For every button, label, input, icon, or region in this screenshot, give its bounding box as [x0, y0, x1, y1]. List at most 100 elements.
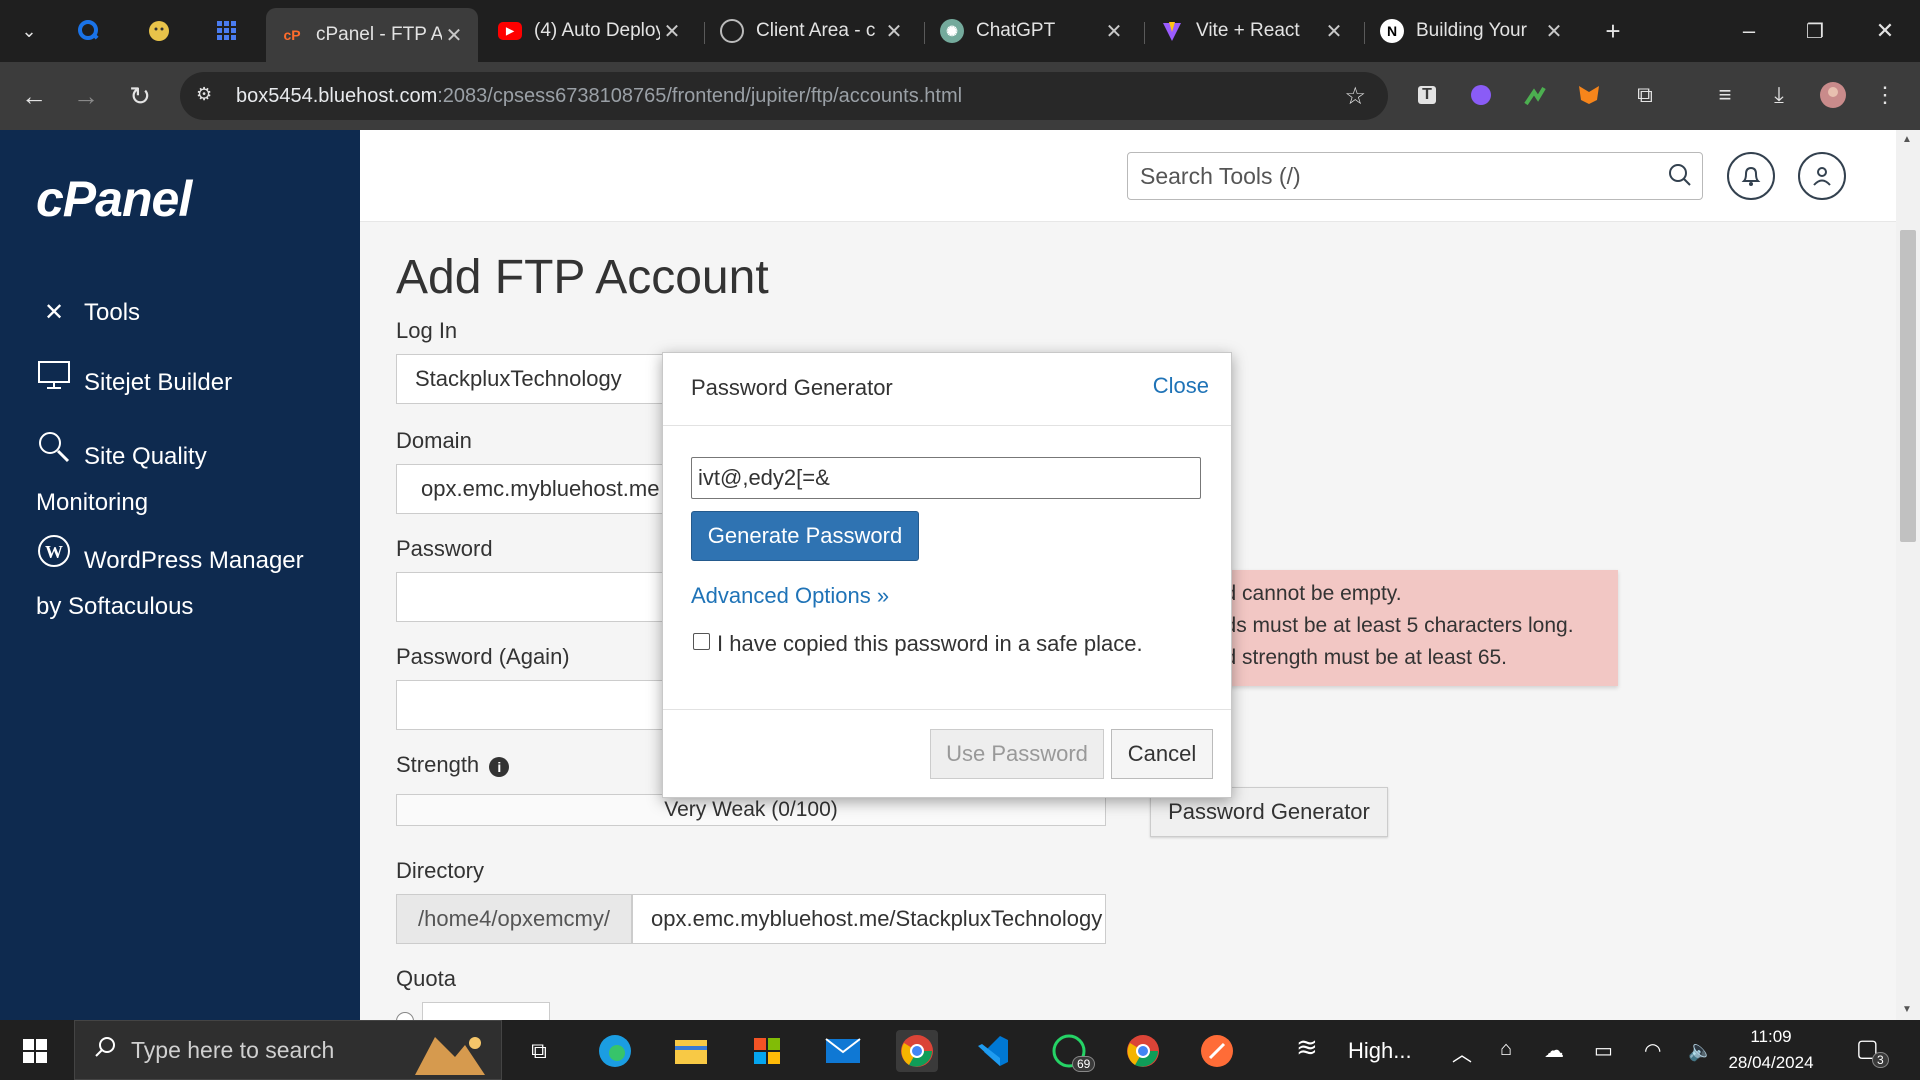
extension-green-icon[interactable]	[1520, 80, 1550, 110]
pinned-tab-emoji-icon[interactable]	[142, 14, 176, 48]
tray-expand-icon[interactable]: ︿	[1452, 1038, 1472, 1067]
task-view-icon[interactable]: ⧉	[518, 1030, 560, 1072]
extension-purple-icon[interactable]	[1466, 80, 1496, 110]
scrollbar-thumb[interactable]	[1900, 230, 1916, 542]
chrome-taskbar-icon[interactable]	[896, 1030, 938, 1072]
cpanel-sidebar: cPanel ✕ Tools Sitejet Builder Site Quali…	[0, 130, 360, 1020]
quota-radio[interactable]	[396, 1012, 414, 1020]
tab-close-icon[interactable]: ✕	[1542, 19, 1566, 44]
tab-youtube[interactable]: ▶ (4) Auto Deploy ✕	[484, 8, 696, 54]
vscode-icon[interactable]	[972, 1030, 1014, 1072]
minimize-icon[interactable]: –	[1732, 14, 1766, 48]
cpanel-top-bar: Search Tools (/)	[360, 130, 1896, 222]
whatsapp-icon[interactable]: 69	[1048, 1030, 1096, 1072]
notifications-bell-icon[interactable]	[1727, 152, 1775, 200]
extension-t-icon[interactable]: T	[1412, 80, 1442, 110]
svg-text:W: W	[45, 542, 63, 562]
file-explorer-icon[interactable]	[670, 1030, 712, 1072]
reading-list-icon[interactable]: ≡	[1710, 80, 1740, 110]
generate-password-button[interactable]: Generate Password	[691, 511, 919, 561]
search-tools-input[interactable]: Search Tools (/)	[1127, 152, 1703, 200]
tab-vite-react[interactable]: Vite + React ✕	[1146, 8, 1358, 54]
weather-text[interactable]: High...	[1348, 1038, 1412, 1064]
tab-building-your[interactable]: N Building Your ✕	[1366, 8, 1578, 54]
tab-close-icon[interactable]: ✕	[1322, 19, 1346, 44]
sidebar-item-label: Site Quality	[84, 443, 207, 470]
extensions-puzzle-icon[interactable]: ⧉	[1630, 80, 1660, 110]
magnifier-icon	[36, 430, 72, 480]
use-password-button[interactable]: Use Password	[930, 729, 1104, 779]
user-account-icon[interactable]	[1798, 152, 1846, 200]
search-icon[interactable]	[1668, 163, 1692, 193]
pinned-tab-apps-icon[interactable]	[210, 14, 244, 48]
edge-icon[interactable]	[594, 1030, 636, 1072]
site-info-icon[interactable]: ⚙	[196, 84, 212, 105]
browser-menu-icon[interactable]: ⋮	[1870, 80, 1900, 110]
taskbar-clock[interactable]: 11:09 28/04/2024	[1716, 1024, 1826, 1076]
window-close-icon[interactable]: ✕	[1868, 14, 1902, 48]
taskbar-search-box[interactable]: Type here to search	[74, 1020, 502, 1080]
meet-now-icon[interactable]: ⌂	[1500, 1038, 1512, 1061]
whatsapp-badge: 69	[1072, 1056, 1096, 1072]
vite-icon	[1160, 19, 1184, 43]
metamask-icon[interactable]	[1574, 80, 1604, 110]
battery-icon[interactable]: ▭	[1594, 1038, 1613, 1063]
download-icon[interactable]: ⤓	[1764, 80, 1794, 110]
pinned-tab-q-icon[interactable]	[72, 14, 106, 48]
info-icon[interactable]: i	[489, 757, 510, 777]
copied-password-label[interactable]: I have copied this password in a safe pl…	[717, 631, 1143, 657]
omnibox[interactable]: ⚙ box5454.bluehost.com:2083/cpsess673810…	[180, 72, 1388, 120]
restore-icon[interactable]: ❐	[1798, 14, 1832, 48]
tab-chatgpt[interactable]: ✺ ChatGPT ✕	[926, 8, 1138, 54]
sidebar-item-site-quality[interactable]: Site Quality Monitoring	[36, 430, 207, 526]
advanced-options-link[interactable]: Advanced Options »	[691, 583, 889, 609]
cpanel-logo[interactable]: cPanel	[36, 170, 192, 228]
sidebar-item-wordpress[interactable]: W WordPress Manager by Softaculous	[36, 534, 304, 630]
wifi-icon[interactable]: ◠	[1644, 1038, 1661, 1063]
weather-wind-icon[interactable]: ≋	[1296, 1032, 1318, 1063]
generated-password-input[interactable]: ivt@,edy2[=&	[691, 457, 1201, 499]
microsoft-store-icon[interactable]	[746, 1030, 788, 1072]
dialog-close-link[interactable]: Close	[1153, 373, 1209, 399]
password-error-box: Password cannot be empty. Passwords must…	[1180, 570, 1618, 686]
cancel-button[interactable]: Cancel	[1111, 729, 1213, 779]
sidebar-item-sitejet[interactable]: Sitejet Builder	[36, 360, 232, 406]
browser-address-bar: ← → ↻ ⚙ box5454.bluehost.com:2083/cpsess…	[0, 62, 1920, 130]
back-icon[interactable]: ←	[14, 76, 54, 116]
onedrive-icon[interactable]: ☁	[1544, 1038, 1564, 1063]
sidebar-item-label-2: by Softaculous	[36, 593, 194, 620]
monitor-icon	[36, 360, 72, 406]
profile-avatar-icon[interactable]	[1818, 80, 1848, 110]
tab-cpanel-ftp[interactable]: cP cPanel - FTP Accounts ✕	[266, 8, 478, 62]
tab-client-area[interactable]: Client Area - c ✕	[706, 8, 918, 54]
notification-badge: 3	[1872, 1052, 1889, 1068]
reload-icon[interactable]: ↻	[120, 76, 160, 116]
tab-close-icon[interactable]: ✕	[660, 19, 684, 44]
directory-input[interactable]: opx.emc.mybluehost.me/StackpluxTechnolog…	[632, 894, 1106, 944]
search-icon	[93, 1035, 117, 1065]
sidebar-item-label: WordPress Manager	[84, 547, 304, 574]
forward-icon[interactable]: →	[66, 76, 106, 116]
bookmark-star-icon[interactable]: ☆	[1344, 82, 1366, 111]
copied-password-checkbox[interactable]	[693, 633, 710, 650]
dialog-title: Password Generator	[691, 375, 893, 400]
directory-prefix: /home4/opxemcmy/	[396, 894, 632, 944]
strength-meter: Very Weak (0/100)	[396, 794, 1106, 826]
scroll-down-icon[interactable]: ▼	[1902, 1004, 1912, 1015]
password-again-label: Password (Again)	[396, 644, 570, 669]
page-scrollbar[interactable]: ▲ ▼	[1896, 130, 1920, 1020]
postman-icon[interactable]	[1196, 1030, 1238, 1072]
quota-input[interactable]	[422, 1002, 550, 1020]
windows-taskbar: Type here to search ⧉ 69 ≋ High... ︿ ⌂ ☁…	[0, 1020, 1920, 1080]
chrome-profile-icon[interactable]	[1122, 1030, 1164, 1072]
scroll-up-icon[interactable]: ▲	[1902, 134, 1912, 145]
tab-close-icon[interactable]: ✕	[882, 19, 906, 44]
windows-start-icon[interactable]	[14, 1030, 56, 1072]
tab-close-icon[interactable]: ✕	[1102, 19, 1126, 44]
volume-icon[interactable]: 🔈	[1688, 1038, 1713, 1063]
tab-search-dropdown-icon[interactable]: ⌄	[12, 14, 46, 48]
sidebar-item-tools[interactable]: ✕ Tools	[36, 290, 140, 336]
tab-close-icon[interactable]: ✕	[442, 23, 466, 48]
mail-icon[interactable]	[822, 1030, 864, 1072]
new-tab-icon[interactable]: +	[1596, 14, 1630, 48]
